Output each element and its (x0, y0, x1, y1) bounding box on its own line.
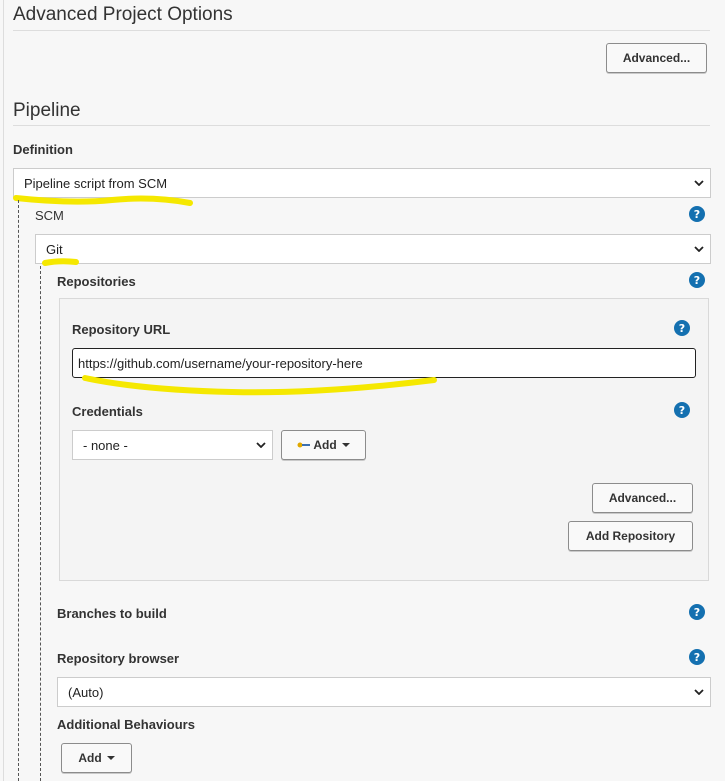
add-repository-button[interactable]: Add Repository (568, 521, 693, 551)
section-divider (13, 30, 710, 31)
advanced-project-options-button[interactable]: Advanced... (606, 43, 707, 73)
definition-select-value: Pipeline script from SCM (24, 175, 168, 191)
repositories-help-icon[interactable]: ? (689, 272, 705, 288)
left-border (3, 0, 4, 781)
credentials-help-icon[interactable]: ? (674, 402, 690, 418)
definition-label: Definition (13, 142, 73, 157)
repository-advanced-button[interactable]: Advanced... (592, 483, 693, 513)
credentials-add-label: Add (313, 438, 337, 452)
repository-browser-select-value: (Auto) (68, 684, 104, 700)
repositories-label: Repositories (57, 274, 136, 289)
chevron-down-icon (694, 689, 704, 695)
highlight-mark (13, 195, 193, 206)
chevron-down-icon (694, 246, 704, 252)
repository-browser-label: Repository browser (57, 651, 180, 666)
credentials-label: Credentials (72, 404, 143, 419)
additional-behaviours-label: Additional Behaviours (57, 717, 195, 732)
caret-down-icon (341, 443, 350, 447)
credentials-select[interactable]: - none - (72, 430, 273, 460)
chevron-down-icon (694, 180, 704, 186)
pipeline-title: Pipeline (13, 100, 81, 121)
credentials-select-value: - none - (83, 437, 128, 453)
repository-url-help-icon[interactable]: ? (674, 320, 690, 336)
highlight-mark (42, 258, 79, 266)
scm-select-value: Git (46, 241, 63, 257)
additional-add-label: Add (78, 751, 102, 765)
advanced-project-options-title: Advanced Project Options (13, 4, 233, 25)
nesting-guide (40, 266, 41, 781)
repository-url-label: Repository URL (72, 322, 171, 337)
repository-browser-help-icon[interactable]: ? (689, 649, 705, 665)
caret-down-icon (106, 756, 115, 760)
scm-select[interactable]: Git (35, 234, 711, 264)
branches-to-build-label: Branches to build (57, 606, 167, 621)
credentials-add-button[interactable]: Add (281, 430, 366, 460)
nesting-guide (18, 200, 19, 781)
scm-help-icon[interactable]: ? (689, 206, 705, 222)
repository-browser-select[interactable]: (Auto) (57, 677, 711, 707)
chevron-down-icon (256, 442, 266, 448)
scm-label: SCM (35, 208, 64, 223)
branches-help-icon[interactable]: ? (689, 604, 705, 620)
additional-behaviours-add-button[interactable]: Add (61, 743, 132, 773)
key-icon (297, 442, 311, 448)
highlight-mark (82, 375, 437, 396)
section-divider (13, 125, 710, 126)
